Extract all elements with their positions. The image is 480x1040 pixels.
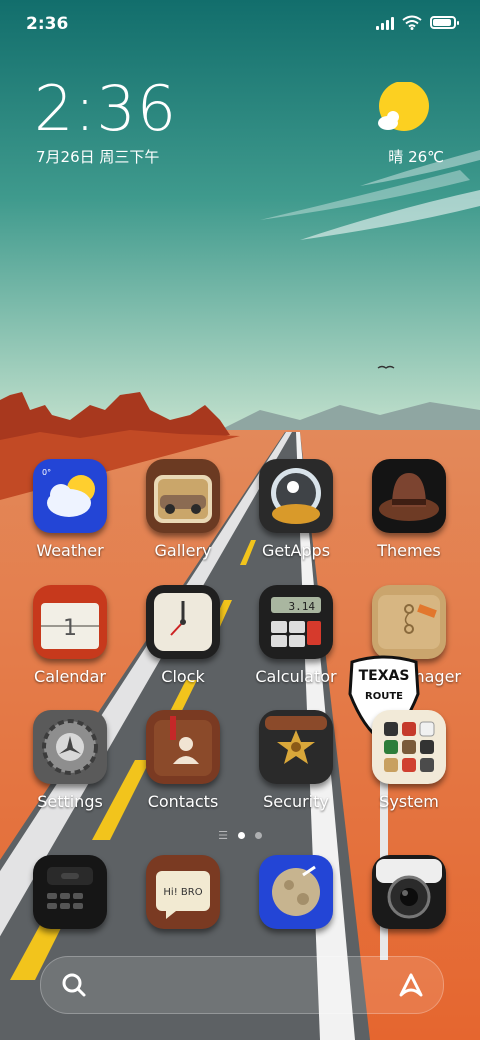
- signal-icon: [376, 16, 394, 30]
- app-label: System: [379, 792, 439, 811]
- page-dot-1[interactable]: [237, 832, 245, 839]
- svg-text:Hi! BRO: Hi! BRO: [163, 887, 202, 898]
- contacts-icon: [146, 710, 220, 784]
- dock-camera[interactable]: [359, 855, 459, 929]
- status-time: 2:36: [26, 14, 69, 34]
- app-gallery[interactable]: Gallery: [133, 459, 233, 560]
- app-label: Themes: [377, 541, 441, 560]
- app-label: Contacts: [147, 792, 219, 811]
- svg-text:0°: 0°: [42, 468, 51, 477]
- dock-phone[interactable]: [20, 855, 120, 929]
- page-dot-2[interactable]: [254, 832, 262, 839]
- browser-icon: [259, 855, 333, 929]
- battery-icon: [430, 16, 459, 29]
- app-label: Settings: [37, 792, 103, 811]
- app-label: Security: [263, 792, 329, 811]
- dock-messages[interactable]: Hi! BRO: [133, 855, 233, 929]
- svg-text:1: 1: [63, 616, 77, 641]
- app-label: GetApps: [261, 541, 331, 560]
- search-icon: [62, 973, 86, 997]
- battery-level: [433, 19, 451, 26]
- widget-clock[interactable]: 2:36: [34, 72, 177, 145]
- security-icon: [259, 710, 333, 784]
- assistant-icon[interactable]: [397, 971, 425, 999]
- app-label: Calculator: [255, 667, 337, 686]
- sun-cloud-icon: [378, 81, 429, 131]
- file-manager-icon: [372, 585, 446, 659]
- status-bar: 2:36: [0, 0, 480, 50]
- app-label: Clock: [161, 667, 205, 686]
- wifi-icon: [402, 15, 422, 30]
- svg-text:ROUTE: ROUTE: [365, 691, 403, 702]
- phone-icon: [33, 855, 107, 929]
- svg-text:TEXAS: TEXAS: [359, 668, 410, 684]
- widget-date[interactable]: 7月26日 周三下午: [36, 146, 159, 167]
- app-getapps[interactable]: GetApps: [246, 459, 346, 560]
- system-folder-icon: [372, 710, 446, 784]
- themes-icon: [372, 459, 446, 533]
- app-weather[interactable]: 0° Weather: [20, 459, 120, 560]
- svg-text:3.14: 3.14: [289, 600, 316, 613]
- messages-icon: Hi! BRO: [146, 855, 220, 929]
- weather-icon: 0°: [33, 459, 107, 533]
- app-themes[interactable]: Themes: [359, 459, 459, 560]
- clock-icon: [146, 585, 220, 659]
- app-clock[interactable]: Clock: [133, 585, 233, 686]
- widget-weather-text[interactable]: 晴 26℃: [388, 146, 444, 167]
- app-label: Weather: [36, 541, 104, 560]
- menu-lines-icon: ☰: [218, 829, 228, 842]
- dock-browser[interactable]: [246, 855, 346, 929]
- page-indicator[interactable]: ☰: [0, 829, 480, 842]
- camera-icon: [372, 855, 446, 929]
- app-system-folder[interactable]: System: [359, 710, 459, 811]
- app-label: Gallery: [154, 541, 212, 560]
- widget-weather[interactable]: [376, 81, 446, 146]
- app-contacts[interactable]: Contacts: [133, 710, 233, 811]
- search-bar[interactable]: [40, 956, 444, 1014]
- app-calendar[interactable]: 1 Calendar: [20, 585, 120, 686]
- app-security[interactable]: Security: [246, 710, 346, 811]
- settings-icon: [33, 710, 107, 784]
- status-icons: [376, 15, 459, 30]
- calculator-icon: 3.14: [259, 585, 333, 659]
- app-calculator[interactable]: 3.14 Calculator: [246, 585, 346, 686]
- gallery-icon: [146, 459, 220, 533]
- app-settings[interactable]: Settings: [20, 710, 120, 811]
- app-label: Calendar: [34, 667, 106, 686]
- calendar-icon: 1: [33, 585, 107, 659]
- getapps-icon: [259, 459, 333, 533]
